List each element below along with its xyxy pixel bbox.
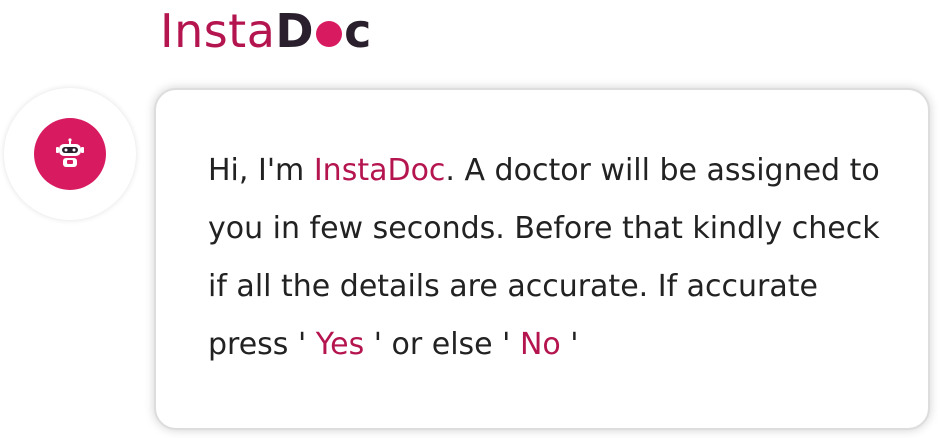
logo-doc-d: D <box>275 4 315 58</box>
robot-icon <box>56 138 84 167</box>
message-end: ' <box>560 327 579 362</box>
bot-avatar <box>4 88 136 220</box>
instadoc-logo: Insta Dc <box>160 2 372 60</box>
logo-doc-c: c <box>344 4 372 58</box>
chat-message-bubble: Hi, I'm InstaDoc. A doctor will be assig… <box>154 88 930 430</box>
logo-doc-text: Dc <box>275 8 371 54</box>
message-bot-name: InstaDoc <box>313 153 446 188</box>
logo-insta-text: Insta <box>160 4 276 58</box>
message-no-option: No <box>519 327 561 362</box>
logo-doc-o-dot <box>316 20 343 47</box>
chat-message-text: Hi, I'm InstaDoc. A doctor will be assig… <box>208 142 898 374</box>
message-yes-option: Yes <box>315 327 365 362</box>
message-intro: Hi, I'm <box>208 153 314 188</box>
bot-avatar-circle <box>34 118 106 190</box>
message-or-else: ' or else ' <box>364 327 520 362</box>
